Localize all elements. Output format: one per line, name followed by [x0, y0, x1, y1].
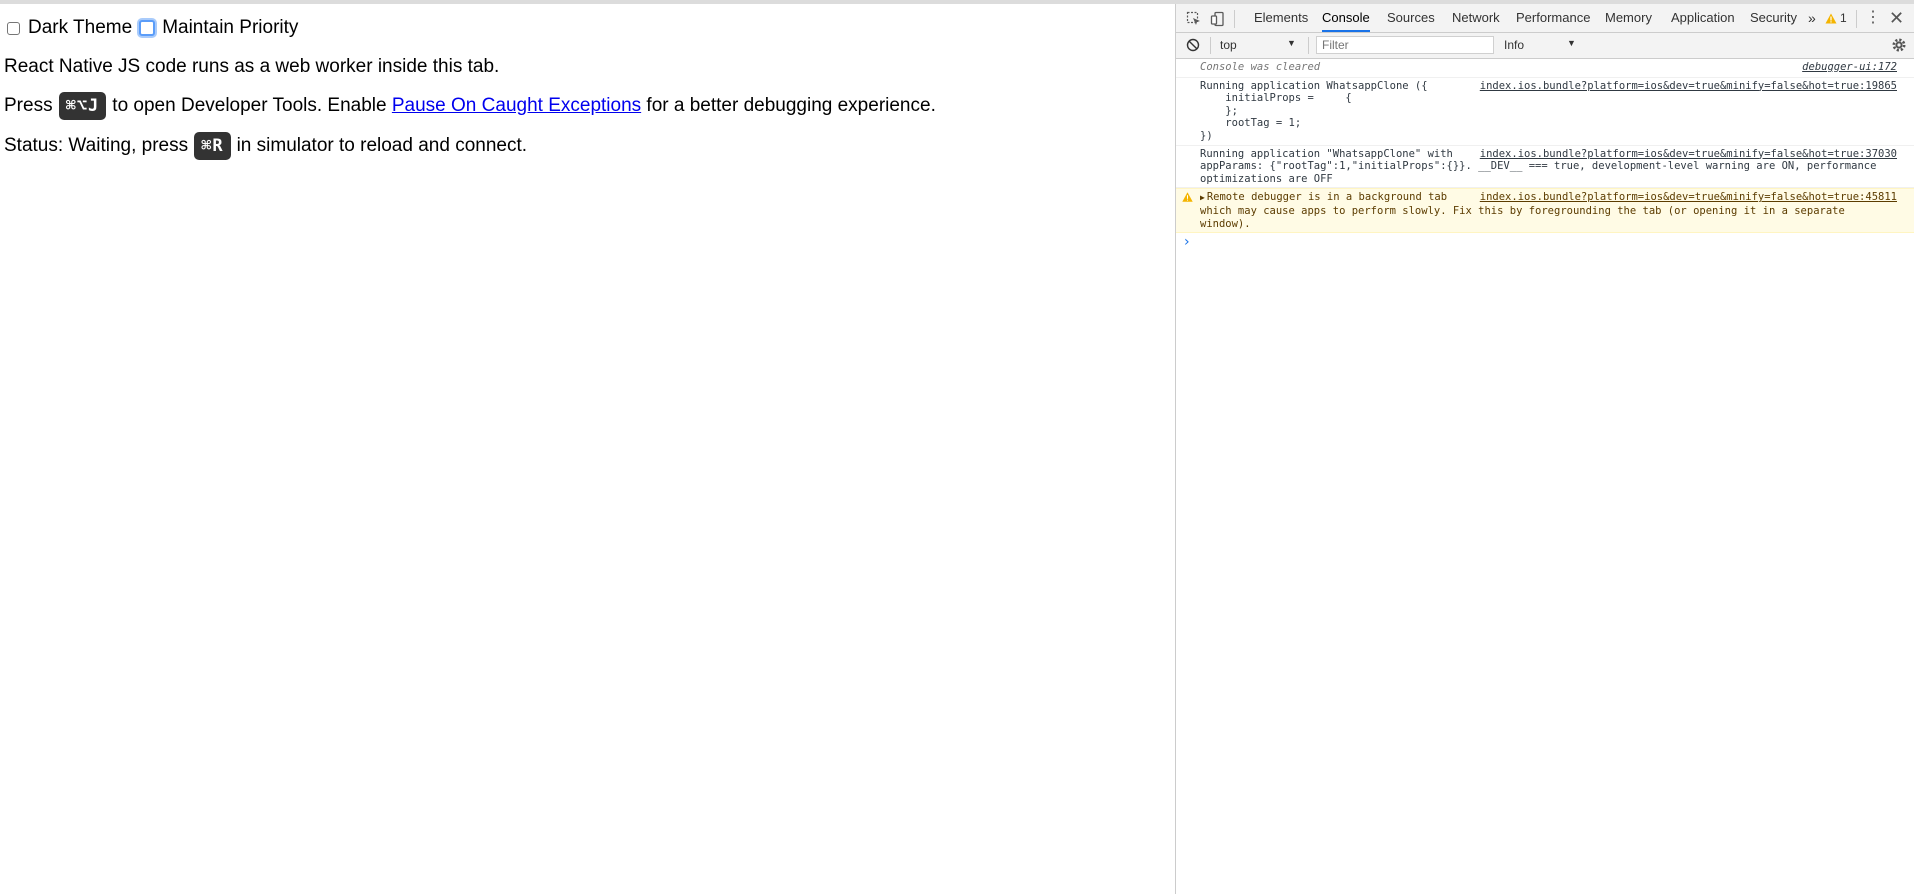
maintain-priority-label[interactable]: Maintain Priority [162, 17, 298, 39]
options-row: Dark Theme Maintain Priority [6, 15, 298, 41]
status-text-before: Status: Waiting, press [4, 135, 189, 156]
tab-application[interactable]: Application [1671, 4, 1735, 32]
console-log: debugger-ui:172 Console was cleared inde… [1176, 59, 1914, 253]
reload-shortcut-key: ⌘R [194, 132, 231, 160]
console-message: debugger-ui:172 Console was cleared [1176, 59, 1914, 78]
hint-text-before: Press [4, 95, 53, 116]
tab-elements[interactable]: Elements [1254, 4, 1308, 32]
prompt-caret-icon: › [1184, 234, 1190, 251]
console-filter-input[interactable] [1316, 36, 1494, 54]
intro-text: React Native JS code runs as a web worke… [4, 56, 500, 77]
tab-network[interactable]: Network [1452, 4, 1500, 32]
device-toolbar-icon[interactable] [1210, 11, 1226, 27]
hint-text-after: for a better debugging experience. [646, 95, 936, 116]
message-text: Console was cleared [1200, 61, 1321, 73]
tab-memory[interactable]: Memory [1605, 4, 1652, 32]
clear-console-icon[interactable] [1186, 38, 1200, 52]
toolbar-divider [1308, 37, 1309, 54]
maintain-priority-checkbox[interactable] [139, 20, 156, 36]
console-settings-gear-icon[interactable] [1891, 37, 1907, 53]
expand-triangle-icon[interactable]: ▶ [1200, 193, 1205, 202]
dark-theme-checkbox[interactable] [7, 21, 20, 35]
context-selector[interactable]: top [1220, 38, 1237, 52]
devtools-panel: Elements Console Sources Network Perform… [1175, 4, 1914, 894]
console-warning-message[interactable]: index.ios.bundle?platform=ios&dev=true&m… [1176, 188, 1914, 234]
console-toolbar: top ▼ Info ▼ [1176, 33, 1914, 59]
toolbar-divider [1856, 10, 1857, 28]
log-level-selector[interactable]: Info [1504, 38, 1524, 52]
dark-theme-label[interactable]: Dark Theme [28, 17, 132, 39]
close-devtools-icon[interactable]: ✕ [1889, 4, 1904, 32]
status-text-after: in simulator to reload and connect. [236, 135, 528, 156]
tab-performance[interactable]: Performance [1516, 4, 1590, 32]
warning-count-badge[interactable]: 1 [1825, 4, 1847, 32]
console-message: index.ios.bundle?platform=ios&dev=true&m… [1176, 78, 1914, 146]
warning-icon [1825, 13, 1837, 23]
console-message: index.ios.bundle?platform=ios&dev=true&m… [1176, 146, 1914, 189]
hint-text-middle: to open Developer Tools. Enable [112, 95, 387, 116]
toolbar-divider [1234, 10, 1235, 28]
context-dropdown-icon[interactable]: ▼ [1287, 38, 1296, 48]
devtools-hint: Press ⌘⌥J to open Developer Tools. Enabl… [4, 91, 936, 121]
log-level-dropdown-icon[interactable]: ▼ [1567, 38, 1576, 48]
message-source-link[interactable]: index.ios.bundle?platform=ios&dev=true&m… [1480, 148, 1897, 161]
message-source-link[interactable]: index.ios.bundle?platform=ios&dev=true&m… [1480, 191, 1897, 204]
debugger-page: Dark Theme Maintain Priority React Nativ… [0, 4, 1175, 894]
devtools-shortcut-key: ⌘⌥J [58, 92, 107, 120]
message-source-link[interactable]: index.ios.bundle?platform=ios&dev=true&m… [1480, 80, 1897, 93]
toolbar-divider [1210, 37, 1211, 54]
message-source-link[interactable]: debugger-ui:172 [1802, 61, 1897, 74]
customize-menu-icon[interactable]: ⋮ [1865, 4, 1881, 32]
tab-security[interactable]: Security [1750, 4, 1797, 32]
devtools-tabbar: Elements Console Sources Network Perform… [1176, 4, 1914, 33]
pause-on-caught-exceptions-link[interactable]: Pause On Caught Exceptions [392, 95, 641, 117]
more-tabs-icon[interactable]: » [1808, 4, 1816, 32]
status-line: Status: Waiting, press ⌘R in simulator t… [4, 131, 527, 161]
console-prompt[interactable]: › [1176, 233, 1914, 253]
warning-icon [1182, 192, 1193, 203]
warning-count: 1 [1840, 11, 1847, 25]
tab-sources[interactable]: Sources [1387, 4, 1435, 32]
tab-console[interactable]: Console [1322, 4, 1370, 32]
inspect-element-icon[interactable] [1186, 11, 1202, 27]
